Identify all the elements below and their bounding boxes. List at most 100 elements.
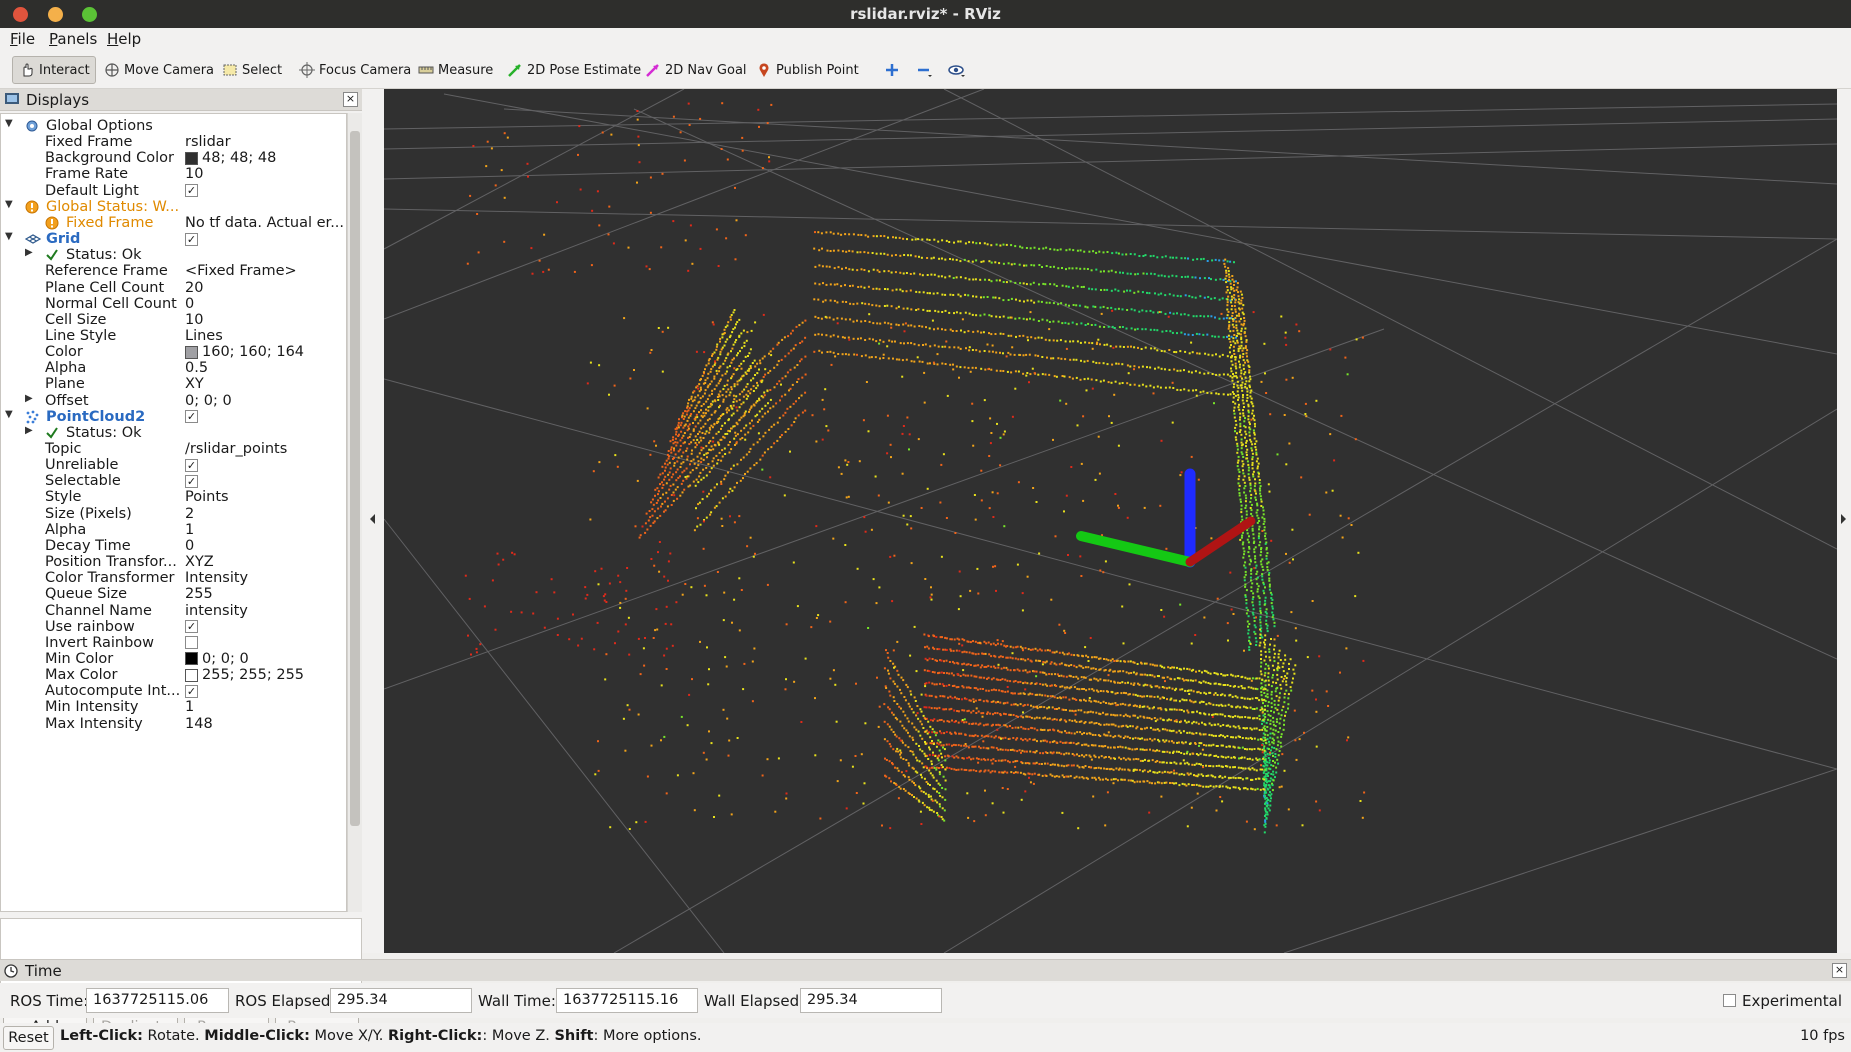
property-checkbox[interactable]: ✓ [185, 684, 198, 698]
tree-row-value[interactable]: intensity [185, 603, 248, 619]
expand-arrow-icon[interactable]: ▼ [5, 118, 13, 129]
remove-tool-button[interactable] [910, 56, 942, 84]
collapse-arrow-icon[interactable]: ▶ [25, 393, 33, 404]
menu-help[interactable]: Help [107, 30, 141, 48]
tree-row-value[interactable]: XYZ [185, 554, 214, 570]
fps-readout: 10 fps [1800, 1028, 1845, 1044]
expand-arrow-icon[interactable]: ▼ [5, 409, 13, 420]
expand-arrow-icon[interactable]: ▼ [5, 199, 13, 210]
tree-row-value[interactable]: 2 [185, 506, 194, 522]
tree-row-key: Fixed Frame [45, 134, 133, 151]
render-3d-viewport[interactable] [384, 89, 1837, 953]
interact-tool-button[interactable]: Interact [12, 56, 96, 84]
tree-row-key: Plane Cell Count [45, 279, 165, 296]
tree-row-value[interactable]: 148 [185, 716, 213, 732]
tree-row-value[interactable]: 10 [185, 166, 203, 182]
menu-panels[interactable]: Panels [49, 30, 97, 48]
ros-elapsed-field[interactable]: 295.34 [330, 988, 472, 1013]
tree-row-value[interactable]: 0; 0; 0 [185, 393, 232, 409]
tree-row-value[interactable]: 0; 0; 0 [185, 651, 249, 667]
nav-goal-tool-button[interactable]: 2D Nav Goal [639, 56, 753, 84]
tree-row-value[interactable]: Lines [185, 328, 223, 344]
mouse-help-text: Left-Click: Rotate. Middle-Click: Move X… [60, 1028, 702, 1044]
tree-row-key: Max Intensity [45, 715, 143, 732]
color-swatch[interactable] [185, 668, 198, 682]
tree-row-value[interactable]: 1 [185, 522, 194, 538]
property-checkbox[interactable]: ✓ [185, 620, 198, 634]
tree-row-value[interactable]: 0 [185, 538, 194, 554]
menu-file[interactable]: File [10, 30, 35, 48]
tree-row-key: Max Color [45, 667, 118, 684]
tree-row-value[interactable]: XY [185, 376, 204, 392]
wall-elapsed-label: Wall Elapsed: [704, 992, 805, 1010]
focus-camera-tool-button[interactable]: Focus Camera [293, 56, 417, 84]
move-camera-tool-button[interactable]: Move Camera [98, 56, 220, 84]
tree-row-value[interactable]: ✓ [185, 409, 198, 425]
window-titlebar: rslidar.rviz* - RViz [0, 0, 1851, 28]
tree-row-value[interactable]: 1 [185, 699, 194, 715]
tree-row-value[interactable] [185, 635, 198, 651]
property-checkbox[interactable]: ✓ [185, 232, 198, 246]
tree-row-key: PointCloud2 [46, 408, 146, 425]
displays-panel-close-button[interactable]: × [343, 92, 358, 107]
nav-goal-label: 2D Nav Goal [665, 62, 747, 78]
tree-row-value[interactable]: rslidar [185, 134, 231, 150]
property-checkbox[interactable]: ✓ [185, 184, 198, 198]
reset-button[interactable]: Reset [3, 1026, 54, 1050]
color-swatch[interactable] [185, 151, 198, 165]
color-swatch[interactable] [185, 652, 198, 666]
tree-row-value[interactable]: 255 [185, 586, 213, 602]
pose-estimate-tool-button[interactable]: 2D Pose Estimate [501, 56, 647, 84]
measure-tool-button[interactable]: Measure [412, 56, 499, 84]
wall-elapsed-field[interactable]: 295.34 [800, 988, 942, 1013]
clock-icon [4, 964, 18, 978]
add-tool-button[interactable] [878, 56, 910, 84]
property-checkbox[interactable]: ✓ [185, 410, 198, 424]
displays-scrollbar[interactable] [347, 113, 362, 912]
left-click-desc: Rotate. [142, 1028, 205, 1044]
property-checkbox[interactable]: ✓ [185, 474, 198, 488]
tree-row-value[interactable]: Intensity [185, 570, 248, 586]
tree-row-value[interactable]: ✓ [185, 183, 198, 199]
tree-row-value[interactable]: No tf data. Actual er... [185, 215, 344, 231]
monitor-icon [5, 93, 19, 104]
tree-row-value[interactable]: 48; 48; 48 [185, 150, 276, 166]
experimental-label: Experimental [1742, 992, 1843, 1010]
view-tool-button[interactable] [942, 56, 974, 84]
tree-row-value[interactable]: <Fixed Frame> [185, 263, 297, 279]
tree-row-key: Size (Pixels) [45, 505, 132, 522]
tree-row-value[interactable]: ✓ [185, 473, 198, 489]
right-dock-collapse[interactable] [1837, 89, 1851, 953]
displays-tree[interactable]: ▼ Global Options Fixed Frame rslidar Backgro… [0, 113, 347, 912]
collapse-arrow-icon[interactable]: ▶ [25, 425, 33, 436]
collapse-arrow-icon[interactable]: ▶ [25, 247, 33, 258]
move-camera-label: Move Camera [124, 62, 215, 78]
color-swatch[interactable] [185, 345, 198, 359]
wall-time-field[interactable]: 1637725115.16 [556, 988, 698, 1013]
publish-point-tool-button[interactable]: Publish Point [750, 56, 865, 84]
tree-row-key: Queue Size [45, 586, 128, 603]
property-checkbox[interactable] [185, 636, 198, 650]
tree-row-value[interactable]: 20 [185, 280, 203, 296]
tree-row-value[interactable]: 0 [185, 296, 194, 312]
tree-row-value[interactable]: ✓ [185, 619, 198, 635]
tree-row-value[interactable]: 0.5 [185, 360, 208, 376]
property-checkbox[interactable]: ✓ [185, 458, 198, 472]
experimental-checkbox[interactable] [1723, 994, 1736, 1007]
tree-row-value[interactable]: 255; 255; 255 [185, 667, 304, 683]
tree-row-value[interactable]: ✓ [185, 457, 198, 473]
tree-row-value[interactable]: Points [185, 489, 229, 505]
grid-lines [384, 89, 1837, 953]
left-dock-collapse[interactable] [362, 89, 384, 953]
scrollbar-thumb[interactable] [350, 131, 360, 826]
time-panel-close-button[interactable]: × [1832, 963, 1847, 978]
tree-row-value[interactable]: ✓ [185, 683, 198, 699]
select-tool-button[interactable]: Select [216, 56, 288, 84]
expand-arrow-icon[interactable]: ▼ [5, 231, 13, 242]
tree-row[interactable]: Max Intensity 148 [1, 715, 346, 734]
tree-row-value[interactable]: /rslidar_points [185, 441, 287, 457]
ros-time-field[interactable]: 1637725115.06 [86, 988, 229, 1013]
tree-row-value[interactable]: 160; 160; 164 [185, 344, 304, 360]
tree-row-value[interactable]: ✓ [185, 231, 198, 247]
tree-row-value[interactable]: 10 [185, 312, 203, 328]
